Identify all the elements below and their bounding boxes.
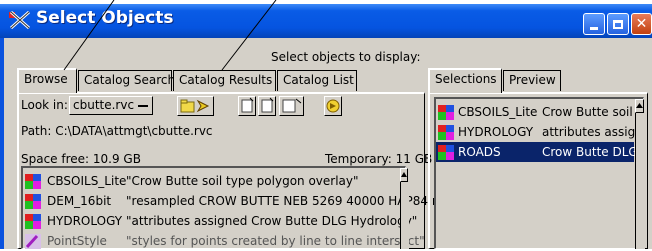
selection-name: CBSOILS_Lite (458, 105, 538, 119)
maximize-icon (613, 19, 623, 29)
tab-selections[interactable]: Selections (428, 68, 502, 93)
up-folder-button[interactable] (177, 96, 214, 116)
tab-label: Catalog Search (84, 73, 176, 87)
temporary-label: Temporary: 11 GB (325, 152, 433, 166)
selection-name: HYDROLOGY (458, 125, 534, 139)
list-item[interactable]: CBSOILS_Lite "Crow Butte soil type polyg… (23, 171, 393, 191)
tab-label: Selections (435, 72, 497, 86)
scroll-up-icon (636, 103, 643, 108)
list-item-selected[interactable]: ROADS Crow Butte DLG I (436, 142, 645, 162)
look-in-label: Look in: (21, 98, 68, 112)
app-icon (9, 10, 30, 30)
list-item[interactable]: HYDROLOGY attributes assign (436, 122, 643, 142)
selection-name: ROADS (458, 145, 501, 159)
tab-preview[interactable]: Preview (503, 70, 561, 91)
object-description: "styles for points created by line to li… (126, 234, 425, 248)
list-item[interactable]: CBSOILS_Lite Crow Butte soil tʿ (436, 102, 645, 122)
polygon-layer-icon (25, 174, 41, 189)
object-name: PointStyle (47, 234, 107, 248)
object-name: CBSOILS_Lite (47, 174, 127, 188)
minimize-button[interactable] (583, 13, 605, 35)
object-name: DEM_16bit (47, 194, 112, 208)
vector-layer-icon (438, 125, 454, 140)
tab-catalog-list[interactable]: Catalog List (277, 70, 357, 91)
vector-layer-icon (25, 214, 41, 229)
look-in-dropdown[interactable]: cbutte.rvc (69, 96, 153, 115)
selection-description: attributes assign (542, 125, 643, 139)
tab-label: Preview (509, 73, 556, 87)
polygon-layer-icon (438, 105, 454, 120)
style-icon (25, 234, 41, 249)
selection-description: Crow Butte DLG I (542, 145, 646, 159)
tab-browse[interactable]: Browse (17, 68, 77, 93)
roads-layer-icon (438, 145, 454, 160)
list-item[interactable]: PointStyle "styles for points created by… (23, 231, 425, 251)
selections-list[interactable]: CBSOILS_Lite Crow Butte soil tʿ HYDROLOG… (434, 97, 645, 249)
look-in-value: cbutte.rvc (73, 98, 135, 112)
window-title: Select Objects (36, 8, 174, 28)
new-file-icon (261, 97, 274, 113)
path-label: Path: C:\DATA\attmgt\cbutte.rvc (21, 124, 213, 138)
space-free-label: Space free: 10.9 GB (21, 152, 141, 166)
scroll-up-button[interactable] (635, 99, 644, 113)
up-folder-icon (180, 99, 210, 113)
scroll-up-icon (401, 172, 407, 177)
list-item[interactable]: DEM_16bit "resampled CROW BUTTE NEB 5269… (23, 191, 435, 211)
selection-description: Crow Butte soil tʿ (542, 105, 645, 119)
tab-label: Browse (24, 72, 68, 86)
arrow-right-icon (326, 99, 340, 113)
raster-layer-icon (25, 194, 41, 209)
new-file-button[interactable] (258, 96, 276, 116)
new-link-icon (282, 98, 302, 113)
close-icon: ✕ (635, 16, 648, 32)
tab-label: Catalog List (283, 73, 354, 87)
object-description: "attributes assigned Crow Butte DLG Hydr… (126, 214, 418, 228)
object-description: "resampled CROW BUTTE NEB 5269 40000 HAP… (126, 194, 436, 208)
dropdown-arrow-icon (138, 105, 148, 107)
object-description: "Crow Butte soil type polygon overlay" (126, 174, 359, 188)
new-object-icon (241, 97, 254, 113)
scroll-up-button[interactable] (400, 168, 408, 182)
tab-catalog-results[interactable]: Catalog Results (173, 70, 276, 91)
list-item[interactable]: HYDROLOGY "attributes assigned Crow Butt… (23, 211, 417, 231)
object-name: HYDROLOGY (47, 214, 123, 228)
object-list[interactable]: CBSOILS_Lite "Crow Butte soil type polyg… (21, 166, 435, 251)
minimize-icon (590, 26, 598, 30)
close-button[interactable]: ✕ (631, 13, 652, 35)
new-link-button[interactable] (279, 96, 304, 116)
tab-catalog-search[interactable]: Catalog Search (78, 70, 176, 91)
add-selection-button[interactable] (324, 96, 342, 116)
selections-scrollbar[interactable] (635, 99, 645, 249)
new-object-button[interactable] (238, 96, 256, 116)
maximize-button[interactable] (607, 13, 629, 35)
tab-label: Catalog Results (179, 73, 273, 87)
prompt-label: Select objects to display: (271, 50, 421, 64)
